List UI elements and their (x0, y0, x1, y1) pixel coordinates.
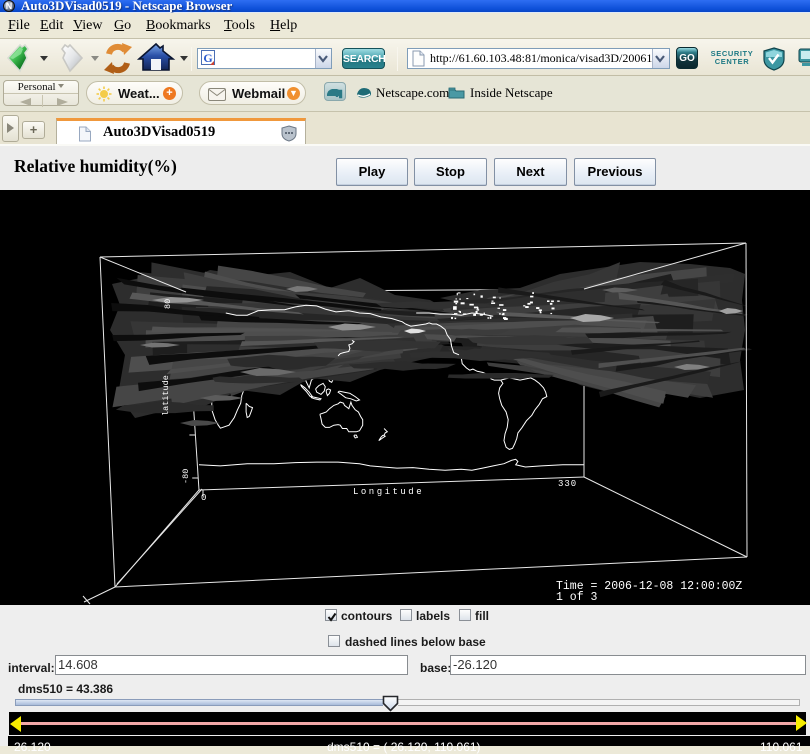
svg-text:latitude: latitude (161, 375, 171, 416)
svg-text:80: 80 (163, 299, 173, 309)
svg-text:330: 330 (558, 479, 577, 489)
svg-text:1 of 3: 1 of 3 (556, 591, 598, 604)
svg-text:Longitude: Longitude (353, 487, 424, 497)
svg-text:-80: -80 (181, 469, 191, 484)
svg-text:0: 0 (201, 493, 206, 503)
